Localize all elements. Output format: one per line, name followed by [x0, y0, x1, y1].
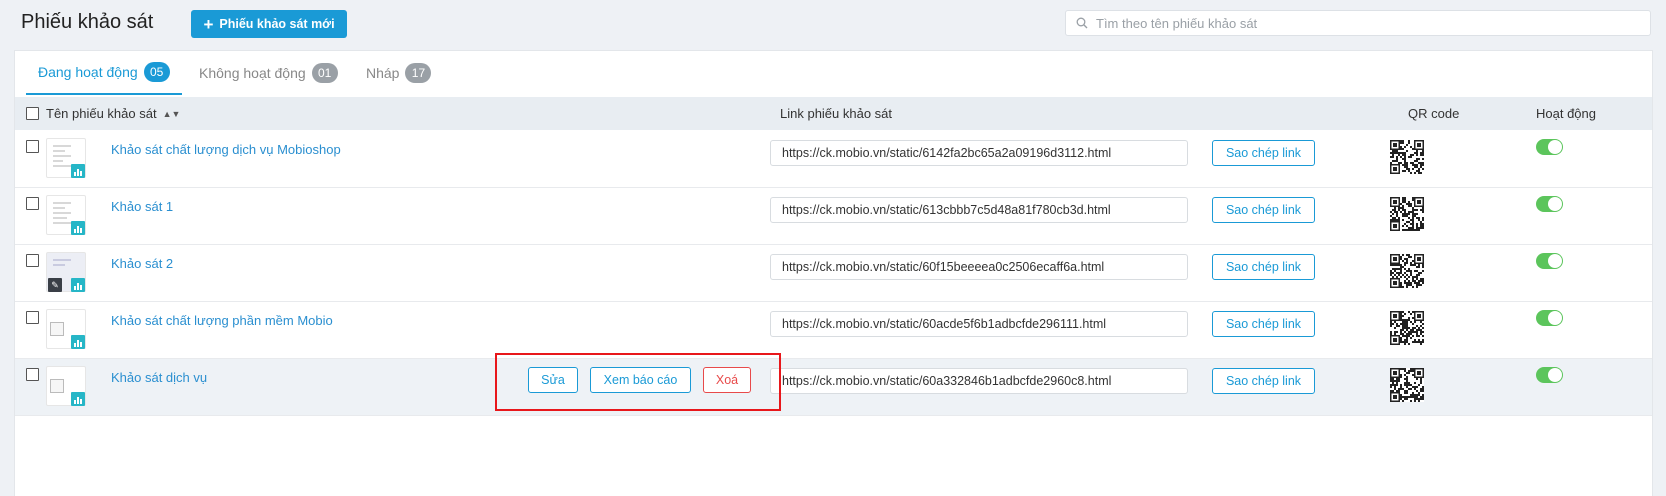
- table-row: Khảo sát chất lượng dịch vụ Mobioshop Sa…: [15, 131, 1652, 188]
- copy-link-button[interactable]: Sao chép link: [1212, 368, 1315, 394]
- search-box[interactable]: [1065, 10, 1651, 36]
- tab-inactive[interactable]: Không hoạt động 01: [199, 51, 338, 95]
- chart-icon[interactable]: [71, 335, 85, 349]
- chart-icon[interactable]: [71, 278, 85, 292]
- table-row: Khảo sát chất lượng phần mềm Mobio Sao c…: [15, 302, 1652, 359]
- page-title: Phiếu khảo sát: [21, 11, 154, 33]
- copy-link-button[interactable]: Sao chép link: [1212, 197, 1315, 223]
- edit-icon[interactable]: ✎: [48, 278, 62, 292]
- table-header: Tên phiếu khảo sát ▲▼ Link phiếu khảo sát…: [15, 97, 1652, 130]
- row-checkbox[interactable]: [26, 140, 39, 153]
- row-checkbox[interactable]: [26, 311, 39, 324]
- broken-image-icon: [50, 379, 64, 393]
- active-toggle[interactable]: [1536, 310, 1563, 326]
- survey-link-field[interactable]: [770, 197, 1188, 223]
- tab-active[interactable]: Đang hoạt động 05: [26, 51, 182, 95]
- new-survey-button-label: Phiếu khảo sát mới: [219, 17, 335, 31]
- active-toggle[interactable]: [1536, 253, 1563, 269]
- select-all-checkbox[interactable]: [26, 107, 39, 120]
- column-header-name[interactable]: Tên phiếu khảo sát ▲▼: [46, 106, 180, 121]
- search-input[interactable]: [1094, 14, 1618, 32]
- table-row: Khảo sát dịch vụ Sửa Xem báo cáo Xoá Sao…: [15, 359, 1652, 416]
- qr-code[interactable]: [1390, 368, 1424, 402]
- tab-count-badge: 01: [311, 63, 338, 83]
- tab-count-badge: 05: [143, 62, 170, 82]
- search-icon: [1076, 17, 1088, 29]
- survey-panel: Đang hoạt động 05 Không hoạt động 01 Nhá…: [14, 50, 1653, 496]
- tab-count-badge: 17: [405, 63, 432, 83]
- qr-code[interactable]: [1390, 197, 1424, 231]
- broken-image-icon: [50, 322, 64, 336]
- column-header-link: Link phiếu khảo sát: [780, 106, 893, 121]
- survey-link-field[interactable]: [770, 140, 1188, 166]
- row-checkbox[interactable]: [26, 368, 39, 381]
- survey-name-link[interactable]: Khảo sát chất lượng phần mềm Mobio: [111, 313, 333, 328]
- tab-label: Không hoạt động: [199, 65, 306, 81]
- qr-code[interactable]: [1390, 254, 1424, 288]
- sort-icon[interactable]: ▲▼: [163, 109, 181, 119]
- chart-icon[interactable]: [71, 221, 85, 235]
- chart-icon[interactable]: [71, 164, 85, 178]
- tab-draft[interactable]: Nháp 17: [366, 51, 432, 95]
- new-survey-button[interactable]: + Phiếu khảo sát mới: [191, 10, 347, 38]
- copy-link-button[interactable]: Sao chép link: [1212, 311, 1315, 337]
- column-header-name-label: Tên phiếu khảo sát: [46, 106, 157, 121]
- highlight-box: [495, 353, 781, 411]
- survey-link-field[interactable]: [770, 254, 1188, 280]
- survey-name-link[interactable]: Khảo sát 2: [111, 256, 173, 271]
- column-header-active: Hoạt động: [1536, 106, 1596, 121]
- qr-code[interactable]: [1390, 311, 1424, 345]
- survey-name-link[interactable]: Khảo sát dịch vụ: [111, 370, 207, 385]
- survey-link-field[interactable]: [770, 311, 1188, 337]
- qr-code[interactable]: [1390, 140, 1424, 174]
- survey-link-field[interactable]: [770, 368, 1188, 394]
- top-bar: Phiếu khảo sát + Phiếu khảo sát mới: [0, 0, 1666, 48]
- table-row: Khảo sát 1 Sao chép link: [15, 188, 1652, 245]
- chart-icon[interactable]: [71, 392, 85, 406]
- row-checkbox[interactable]: [26, 254, 39, 267]
- copy-link-button[interactable]: Sao chép link: [1212, 140, 1315, 166]
- column-header-qr: QR code: [1408, 106, 1460, 121]
- tab-label: Nháp: [366, 65, 400, 81]
- copy-link-button[interactable]: Sao chép link: [1212, 254, 1315, 280]
- active-toggle[interactable]: [1536, 196, 1563, 212]
- row-checkbox[interactable]: [26, 197, 39, 210]
- active-toggle[interactable]: [1536, 139, 1563, 155]
- survey-name-link[interactable]: Khảo sát chất lượng dịch vụ Mobioshop: [111, 142, 341, 157]
- tab-label: Đang hoạt động: [38, 64, 138, 80]
- survey-name-link[interactable]: Khảo sát 1: [111, 199, 173, 214]
- active-toggle[interactable]: [1536, 367, 1563, 383]
- table-row: ✎ Khảo sát 2 Sao chép link: [15, 245, 1652, 302]
- status-tabs: Đang hoạt động 05 Không hoạt động 01 Nhá…: [15, 51, 1652, 96]
- plus-icon: +: [203, 14, 214, 34]
